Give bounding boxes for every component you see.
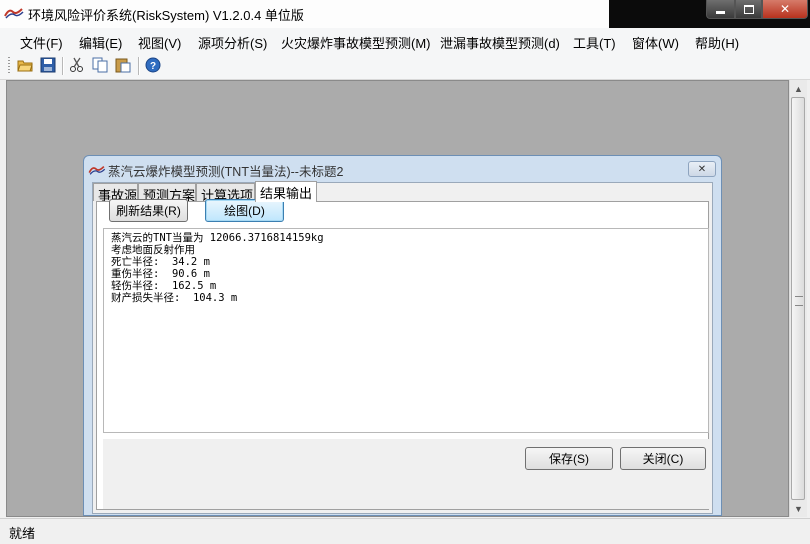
result-lines: 蒸汽云的TNT当量为 12066.3716814159kg 考虑地面反射作用 死… — [111, 232, 324, 304]
button-area: 保存(S) 关闭(C) — [103, 439, 709, 509]
open-folder-icon[interactable] — [17, 57, 33, 73]
tab-result-output[interactable]: 结果输出 — [255, 181, 317, 202]
menu-window[interactable]: 窗体(W) — [632, 33, 679, 52]
menu-file[interactable]: 文件(F) — [20, 33, 63, 52]
result-line: 死亡半径: 34.2 m — [111, 256, 210, 268]
button-label: 保存(S) — [549, 452, 589, 466]
maximize-icon — [743, 4, 754, 14]
result-text-area[interactable]: 蒸汽云的TNT当量为 12066.3716814159kg 考虑地面反射作用 死… — [103, 228, 709, 433]
child-window-body: 事故源 预测方案 计算选项 结果输出 刷新结果(R) 绘图(D) 蒸汽云的TNT… — [92, 181, 713, 514]
refresh-results-button[interactable]: 刷新结果(R) — [109, 199, 188, 222]
copy-icon[interactable] — [92, 57, 108, 73]
save-button[interactable]: 保存(S) — [525, 447, 613, 470]
child-window-title: 蒸汽云爆炸模型预测(TNT当量法)--未标题2 — [108, 165, 344, 179]
result-line: 考虑地面反射作用 — [111, 244, 195, 256]
result-line: 轻伤半径: 162.5 m — [111, 280, 217, 292]
button-label: 刷新结果(R) — [116, 204, 181, 218]
toolbar-separator — [138, 57, 140, 75]
close-button[interactable]: ✕ — [762, 0, 808, 19]
svg-text:?: ? — [150, 61, 156, 72]
button-label: 关闭(C) — [642, 452, 684, 466]
button-label: 绘图(D) — [224, 204, 265, 218]
scroll-grip-icon — [795, 296, 803, 306]
result-line: 重伤半径: 90.6 m — [111, 268, 210, 280]
save-disk-icon[interactable] — [40, 57, 56, 73]
menu-leak-model[interactable]: 泄漏事故模型预测(d) — [440, 33, 560, 52]
vertical-scrollbar[interactable]: ▲ ▼ — [789, 80, 807, 517]
toolbar-grip — [8, 57, 10, 75]
toolbar: ? — [0, 53, 810, 80]
plot-button[interactable]: 绘图(D) — [205, 199, 284, 222]
toolbar-separator — [62, 57, 64, 75]
menu-tools[interactable]: 工具(T) — [573, 33, 616, 52]
menu-source-analysis[interactable]: 源项分析(S) — [198, 33, 267, 52]
maximize-button[interactable] — [735, 0, 762, 19]
close-icon: ✕ — [697, 163, 707, 175]
scroll-thumb[interactable] — [791, 97, 805, 500]
scroll-down-icon[interactable]: ▼ — [790, 500, 807, 517]
result-line: 财产损失半径: 104.3 m — [111, 292, 238, 304]
child-close-button[interactable]: ✕ — [688, 161, 716, 177]
scroll-up-icon[interactable]: ▲ — [790, 80, 807, 97]
result-line: 蒸汽云的TNT当量为 12066.3716814159kg — [111, 232, 324, 244]
menu-edit[interactable]: 编辑(E) — [79, 33, 122, 52]
menu-fire-explosion-model[interactable]: 火灾爆炸事故模型预测(M) — [281, 33, 431, 52]
app-logo-icon — [88, 165, 106, 175]
minimize-icon — [716, 10, 725, 14]
menu-help[interactable]: 帮助(H) — [695, 33, 739, 52]
menu-view[interactable]: 视图(V) — [138, 33, 181, 52]
tab-label: 结果输出 — [260, 186, 313, 201]
close-dialog-button[interactable]: 关闭(C) — [620, 447, 706, 470]
help-icon[interactable]: ? — [145, 57, 161, 73]
status-bar: 就绪 — [0, 518, 810, 544]
tnt-model-window[interactable]: 蒸汽云爆炸模型预测(TNT当量法)--未标题2 ✕ 事故源 预测方案 计算选项 … — [83, 155, 722, 516]
status-text: 就绪 — [9, 526, 36, 541]
menu-bar: 文件(F) 编辑(E) 视图(V) 源项分析(S) 火灾爆炸事故模型预测(M) … — [0, 28, 810, 53]
close-icon: ✕ — [779, 2, 791, 16]
app-logo-icon — [4, 8, 24, 19]
result-output-panel: 刷新结果(R) 绘图(D) 蒸汽云的TNT当量为 12066.371681415… — [96, 199, 709, 510]
window-title: 环境风险评价系统(RiskSystem) V1.2.0.4 单位版 — [28, 8, 304, 23]
minimize-button[interactable] — [706, 0, 735, 19]
paste-icon[interactable] — [115, 57, 131, 73]
cut-icon[interactable] — [69, 57, 85, 73]
